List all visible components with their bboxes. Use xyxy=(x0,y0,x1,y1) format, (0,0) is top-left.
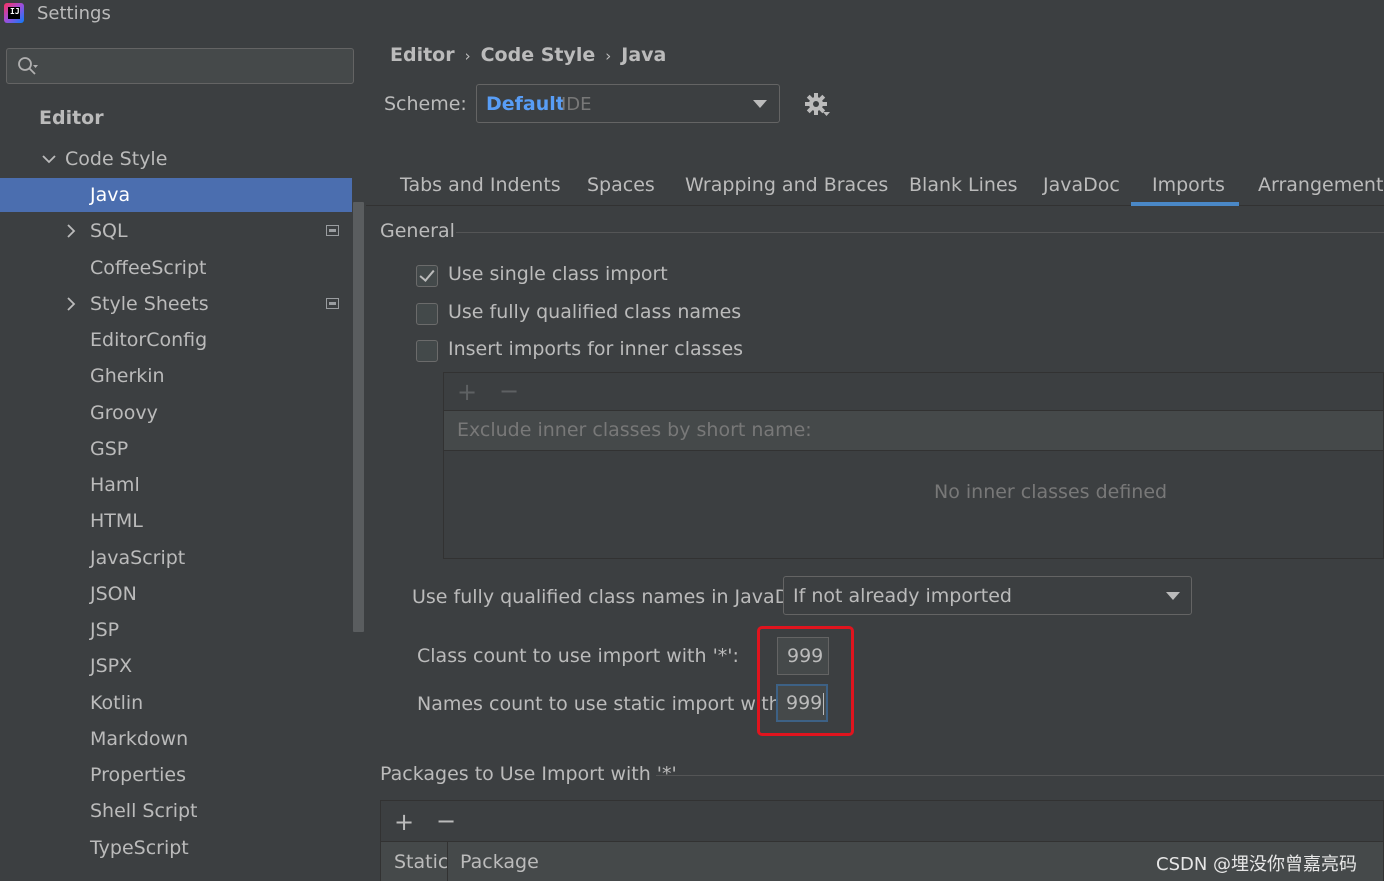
red-highlight-box xyxy=(757,626,854,736)
breadcrumb-java: Java xyxy=(621,44,667,66)
names-count-label: Names count to use static import with '*… xyxy=(417,693,814,715)
intellij-idea-icon: IJ xyxy=(4,3,24,23)
sidebar-item-code-style[interactable]: Code Style xyxy=(0,142,352,176)
title-bar: IJ Settings xyxy=(0,0,1384,30)
gear-icon[interactable] xyxy=(804,92,830,118)
sidebar-item-groovy[interactable]: Groovy xyxy=(0,396,352,430)
checkbox-unchecked[interactable] xyxy=(416,340,438,362)
chevron-down-icon xyxy=(42,155,56,164)
section-divider xyxy=(656,775,1384,776)
empty-state-text: No inner classes defined xyxy=(934,481,1168,503)
search-icon xyxy=(18,57,38,75)
general-section-title: General xyxy=(380,220,455,242)
csdn-watermark: CSDN @埋没你曾嘉亮码 xyxy=(1156,854,1358,875)
scheme-suffix: IDE xyxy=(561,94,592,115)
sidebar-item-shell-script[interactable]: Shell Script xyxy=(0,794,352,828)
breadcrumb-editor[interactable]: Editor xyxy=(390,44,455,66)
inner-classes-panel: + − Exclude inner classes by short name:… xyxy=(443,372,1384,559)
javadoc-label: Use fully qualified class names in JavaD… xyxy=(412,586,818,608)
breadcrumb-code-style[interactable]: Code Style xyxy=(481,44,596,66)
chevron-right-icon xyxy=(67,224,76,238)
scheme-label: Scheme: xyxy=(384,93,467,115)
sidebar-item-properties[interactable]: Properties xyxy=(0,758,352,792)
active-tab-indicator xyxy=(1131,202,1239,206)
scheme-dropdown[interactable]: Default IDE xyxy=(476,84,780,123)
sidebar-item-javascript[interactable]: JavaScript xyxy=(0,541,352,575)
project-scope-icon xyxy=(326,298,339,309)
checkbox-checked[interactable] xyxy=(416,265,438,287)
tab-spaces[interactable]: Spaces xyxy=(587,174,655,196)
remove-icon[interactable]: − xyxy=(499,379,519,403)
remove-icon[interactable]: − xyxy=(436,809,456,833)
add-icon[interactable]: + xyxy=(457,380,477,404)
add-icon[interactable]: + xyxy=(394,810,414,834)
chevron-right-icon xyxy=(67,297,76,311)
inner-classes-header: Exclude inner classes by short name: xyxy=(444,411,1383,451)
checkbox-unchecked[interactable] xyxy=(416,303,438,325)
sidebar-item-style-sheets[interactable]: Style Sheets xyxy=(0,287,352,321)
settings-sidebar: Editor Code Style Java SQL CoffeeScript … xyxy=(0,30,366,881)
tab-javadoc[interactable]: JavaDoc xyxy=(1043,174,1120,196)
tabs-bar: Tabs and Indents Spaces Wrapping and Bra… xyxy=(366,164,1384,206)
sidebar-item-haml[interactable]: Haml xyxy=(0,468,352,502)
sidebar-item-gherkin[interactable]: Gherkin xyxy=(0,359,352,393)
sidebar-item-html[interactable]: HTML xyxy=(0,504,352,538)
tab-tabs-and-indents[interactable]: Tabs and Indents xyxy=(400,174,561,196)
sidebar-item-java[interactable]: Java xyxy=(0,178,352,212)
tab-arrangement[interactable]: Arrangement xyxy=(1258,174,1383,196)
packages-section-title: Packages to Use Import with '*' xyxy=(380,763,677,785)
sidebar-item-editorconfig[interactable]: EditorConfig xyxy=(0,323,352,357)
sidebar-item-markdown[interactable]: Markdown xyxy=(0,722,352,756)
sidebar-section-editor[interactable]: Editor xyxy=(0,101,352,135)
javadoc-value: If not already imported xyxy=(793,585,1012,607)
sidebar-item-gsp[interactable]: GSP xyxy=(0,432,352,466)
tab-blank-lines[interactable]: Blank Lines xyxy=(909,174,1018,196)
dropdown-arrow-icon xyxy=(1166,592,1180,600)
tab-imports[interactable]: Imports xyxy=(1152,174,1225,196)
breadcrumb: Editor › Code Style › Java xyxy=(390,44,667,66)
dropdown-arrow-icon xyxy=(753,100,767,108)
column-package[interactable]: Package xyxy=(460,851,539,873)
javadoc-dropdown[interactable]: If not already imported xyxy=(783,576,1192,615)
sidebar-item-coffeescript[interactable]: CoffeeScript xyxy=(0,251,352,285)
sidebar-scrollbar[interactable] xyxy=(353,202,364,632)
sidebar-item-json[interactable]: JSON xyxy=(0,577,352,611)
column-divider[interactable] xyxy=(447,842,448,881)
settings-search-input[interactable] xyxy=(6,48,354,84)
sidebar-item-jsp[interactable]: JSP xyxy=(0,613,352,647)
class-count-label: Class count to use import with '*': xyxy=(417,645,739,667)
sidebar-item-kotlin[interactable]: Kotlin xyxy=(0,686,352,720)
sidebar-item-sql[interactable]: SQL xyxy=(0,214,352,248)
column-static[interactable]: Static xyxy=(394,851,448,873)
scheme-value: Default xyxy=(486,93,565,115)
window-title: Settings xyxy=(37,3,111,24)
project-scope-icon xyxy=(326,225,339,236)
sidebar-item-typescript[interactable]: TypeScript xyxy=(0,831,352,865)
sidebar-item-jspx[interactable]: JSPX xyxy=(0,649,352,683)
settings-main-panel: Editor › Code Style › Java Scheme: Default I… xyxy=(366,30,1384,881)
tab-wrapping-and-braces[interactable]: Wrapping and Braces xyxy=(685,174,888,196)
inner-classes-toolbar: + − xyxy=(444,373,1383,411)
section-divider xyxy=(456,232,1384,233)
